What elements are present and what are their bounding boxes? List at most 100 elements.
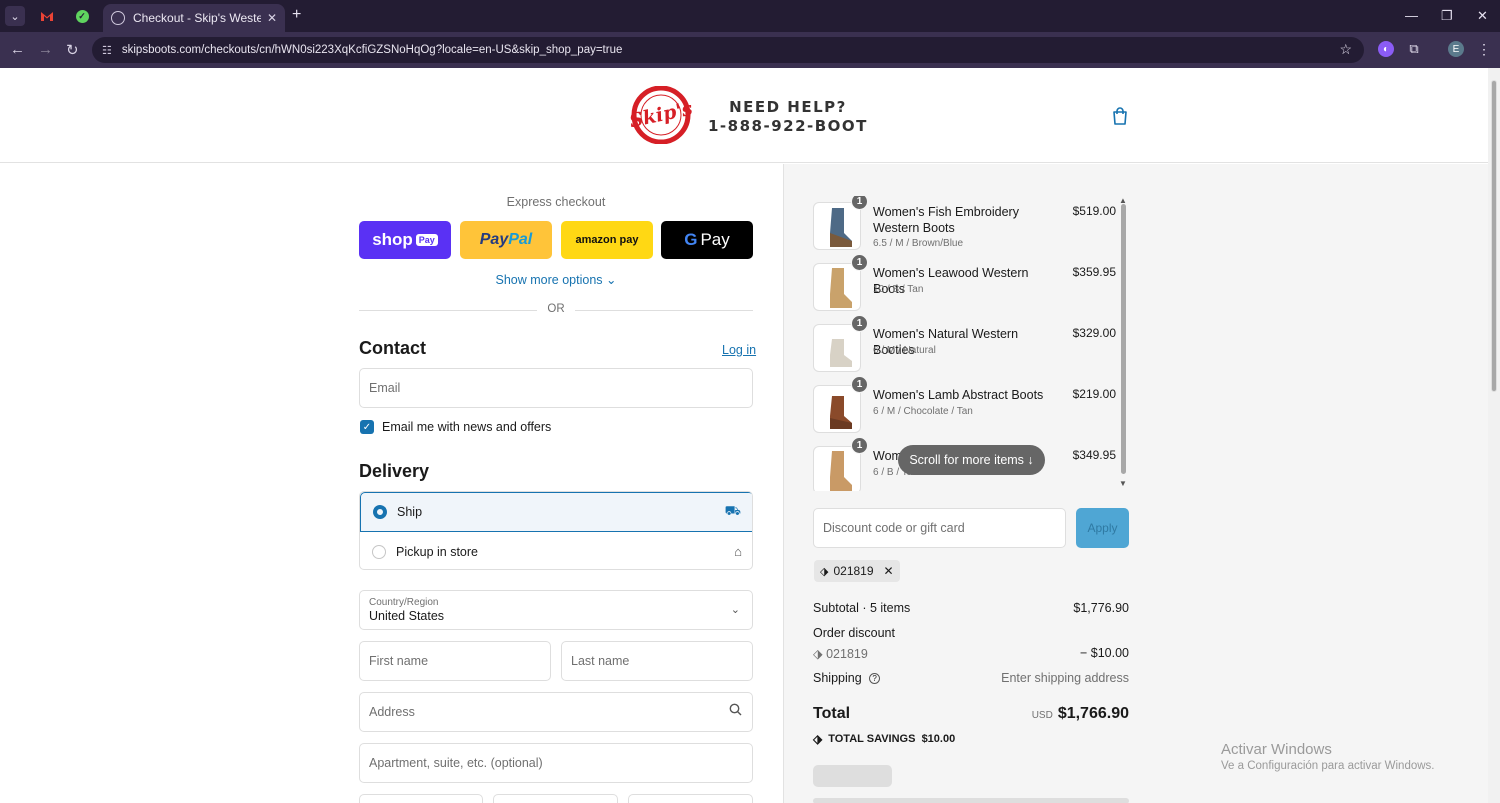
chevron-down-icon: ⌄ xyxy=(730,604,740,616)
tab-search-button[interactable]: ⌄ xyxy=(5,6,25,26)
close-window-icon[interactable]: ✕ xyxy=(1477,8,1488,24)
item-name: Women's Lamb Abstract Boots xyxy=(873,388,1044,402)
log-in-link[interactable]: Log in xyxy=(722,343,756,357)
help-phone-number[interactable]: 1-888-922-BOOT xyxy=(708,117,868,135)
newsletter-checkbox-row[interactable]: ✓ Email me with news and offers xyxy=(360,420,551,434)
scroll-down-arrow[interactable]: ▼ xyxy=(1119,479,1127,488)
subtotal-value: $1,776.90 xyxy=(1073,601,1129,615)
shop-pay-button[interactable]: shop Pay xyxy=(359,221,451,259)
page-scrollbar[interactable] xyxy=(1488,68,1500,803)
item-name: Women's Fish Embroidery Western Boots xyxy=(873,205,1019,235)
item-variant: 6.5 / M / Brown/Blue xyxy=(873,238,964,249)
product-thumbnail xyxy=(813,263,861,311)
state-field[interactable] xyxy=(493,794,618,803)
express-checkout-label: Express checkout xyxy=(506,195,606,209)
site-settings-icon[interactable]: ☷ xyxy=(102,44,112,57)
item-variant: 6 / M / Natural xyxy=(873,345,936,356)
delivery-method-group: Ship ⛟ Pickup in store ⌂ xyxy=(359,491,753,570)
total-savings: ⬗ TOTAL SAVINGS $10.00 xyxy=(813,732,955,746)
item-variant: 10 / B / Tan xyxy=(873,284,924,295)
truck-icon: ⛟ xyxy=(724,503,741,518)
checkout-page: Skip's NEED HELP? 1-888-922-BOOT Express… xyxy=(0,68,1488,803)
cart-item: 1 Women's Lamb Abstract Boots 6 / M / Ch… xyxy=(813,376,1116,438)
newsletter-checkbox[interactable]: ✓ xyxy=(360,420,374,434)
apply-discount-button[interactable]: Apply xyxy=(1076,508,1129,548)
gmail-tab-icon[interactable] xyxy=(37,6,57,26)
or-text: OR xyxy=(547,303,565,315)
item-price: $329.00 xyxy=(1072,326,1116,340)
zip-field[interactable] xyxy=(628,794,753,803)
last-name-field[interactable]: Last name xyxy=(561,641,753,681)
country-select[interactable]: Country/Region United States ⌄ xyxy=(359,590,753,630)
cart-item: 1 Women's Fish Embroidery Western Boots … xyxy=(813,196,1116,255)
apartment-field[interactable]: Apartment, suite, etc. (optional) xyxy=(359,743,753,783)
total-label: Total xyxy=(813,705,851,722)
minimize-icon[interactable]: — xyxy=(1405,8,1418,23)
order-discount-row: Order discount xyxy=(813,626,1129,640)
items-scrollbar[interactable] xyxy=(1121,204,1126,474)
watermark-subtitle: Ve a Configuración para activar Windows. xyxy=(1221,760,1435,772)
new-tab-button[interactable]: + xyxy=(292,6,301,24)
delivery-heading: Delivery xyxy=(359,461,430,481)
pinned-tab-icon[interactable]: ✓ xyxy=(72,6,92,26)
city-field[interactable] xyxy=(359,794,483,803)
close-tab-icon[interactable]: ✕ xyxy=(267,11,277,25)
cart-item: 1 Women's Natural Western Booties 6 / M … xyxy=(813,315,1116,377)
product-thumbnail xyxy=(813,202,861,250)
loading-placeholder xyxy=(813,798,1129,803)
pickup-option[interactable]: Pickup in store ⌂ xyxy=(360,532,752,569)
ship-label: Ship xyxy=(397,505,423,519)
item-price: $219.00 xyxy=(1072,387,1116,401)
page-scrollbar-thumb[interactable] xyxy=(1491,80,1497,392)
total-value: $1,766.90 xyxy=(1057,705,1129,722)
reload-icon[interactable]: ↻ xyxy=(66,41,79,59)
first-name-field[interactable]: First name xyxy=(359,641,551,681)
item-price: $359.95 xyxy=(1072,265,1116,279)
help-phone: NEED HELP? 1-888-922-BOOT xyxy=(708,98,868,135)
loading-placeholder xyxy=(813,765,892,787)
total-currency: USD xyxy=(1031,710,1053,721)
amazon-pay-button[interactable]: amazon pay xyxy=(561,221,653,259)
help-circle-icon[interactable]: ? xyxy=(869,673,881,685)
scroll-for-more-button[interactable]: Scroll for more items ↓ xyxy=(898,445,1045,475)
restore-icon[interactable]: ❐ xyxy=(1441,8,1453,24)
back-icon[interactable]: ← xyxy=(10,41,25,58)
shipping-label: Shipping xyxy=(813,671,862,685)
divider-line-right xyxy=(575,310,753,311)
url-text: skipsboots.com/checkouts/cn/hWN0si223XqK… xyxy=(121,44,623,56)
active-tab[interactable]: Checkout - Skip's Western Outf ✕ xyxy=(103,4,285,32)
product-thumbnail xyxy=(813,324,861,372)
country-value: United States xyxy=(369,609,445,623)
ship-option[interactable]: Ship ⛟ xyxy=(360,492,752,532)
remove-discount-icon[interactable]: ✕ xyxy=(884,564,894,578)
address-field[interactable]: Address xyxy=(359,692,753,732)
pickup-radio[interactable] xyxy=(372,544,386,559)
email-field[interactable]: Email xyxy=(359,368,753,408)
contact-heading: Contact xyxy=(359,338,426,358)
discount-code-field[interactable]: Discount code or gift card xyxy=(813,508,1066,548)
quantity-badge: 1 xyxy=(851,376,868,393)
extension-icon[interactable]: ◐ xyxy=(1378,41,1394,57)
extensions-puzzle-icon[interactable]: ⧉ xyxy=(1406,41,1422,57)
subtotal-label: Subtotal · 5 items xyxy=(813,601,911,615)
discount-value: − $10.00 xyxy=(1079,646,1129,660)
tag-icon: ⬗ xyxy=(820,565,829,578)
google-pay-button[interactable]: G Pay xyxy=(661,221,753,259)
product-thumbnail xyxy=(813,385,861,433)
applied-code: 021819 xyxy=(833,564,874,578)
shoppay-text: shop xyxy=(372,230,413,249)
show-more-options-link[interactable]: Show more options ⌄ xyxy=(359,272,753,287)
forward-icon[interactable]: → xyxy=(38,41,53,58)
bookmark-star-icon[interactable]: ☆ xyxy=(1339,41,1352,58)
paypal-button[interactable]: Pay Pal xyxy=(460,221,552,259)
search-icon xyxy=(729,703,742,719)
newsletter-label: Email me with news and offers xyxy=(382,420,552,434)
quantity-badge: 1 xyxy=(851,437,868,454)
quantity-badge: 1 xyxy=(851,254,868,271)
url-field[interactable]: ☷ skipsboots.com/checkouts/cn/hWN0si223X… xyxy=(92,37,1364,63)
savings-value: $10.00 xyxy=(921,733,956,745)
profile-avatar[interactable]: E xyxy=(1448,41,1464,57)
browser-menu-icon[interactable]: ⋮ xyxy=(1476,41,1492,57)
shopping-bag-icon[interactable] xyxy=(1110,106,1130,126)
ship-radio[interactable] xyxy=(373,505,387,519)
